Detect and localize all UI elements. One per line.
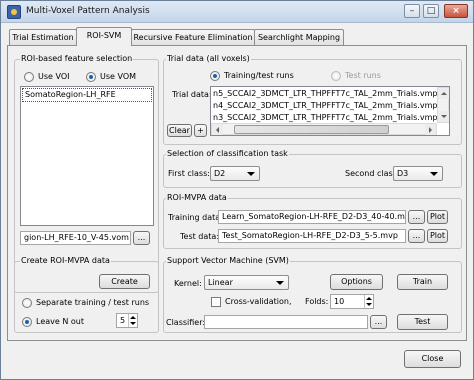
kernel-value: Linear: [208, 278, 233, 287]
close-window-button[interactable]: ×: [444, 4, 468, 18]
scroll-down-arrow-icon[interactable]: [438, 111, 449, 122]
test-data-plot-button[interactable]: Plot: [427, 229, 448, 243]
second-class-value: D3: [397, 169, 409, 178]
training-data-browse-button[interactable]: ...: [408, 210, 425, 224]
window-title: Multi-Voxel Pattern Analysis: [26, 6, 150, 16]
create-button[interactable]: Create: [99, 274, 150, 289]
test-data-browse-button[interactable]: ...: [408, 229, 425, 243]
use-vom-radio[interactable]: [86, 72, 96, 82]
classifier-field[interactable]: [204, 315, 368, 329]
minimize-button[interactable]: –: [404, 4, 420, 18]
tab-searchlight-mapping[interactable]: Searchlight Mapping: [254, 29, 344, 45]
test-data-label: Test data:: [180, 232, 220, 241]
options-button[interactable]: Options: [330, 274, 383, 290]
horizontal-scroll-thumb[interactable]: [234, 125, 389, 134]
main-window: Multi-Voxel Pattern Analysis – □ × Trial…: [0, 0, 474, 380]
classification-task-title: Selection of classification task: [166, 149, 289, 158]
vom-file-field[interactable]: gion-LH_RFE-10_V-45.vom: [20, 231, 131, 245]
training-data-label: Training data:: [168, 213, 223, 222]
list-item[interactable]: n5_SCCAI2_3DMCT_LTR_THPFFT7c_TAL_2mm_Tri…: [213, 89, 437, 98]
roi-mvpa-title: ROI-MVPA data: [166, 193, 228, 202]
test-data-field[interactable]: Test_SomatoRegion-LH-RFE_D2-D3_5-5.mvp: [218, 229, 406, 243]
svm-title: Support Vector Machine (SVM): [166, 256, 290, 265]
scroll-up-arrow-icon[interactable]: [438, 88, 449, 99]
stepper-arrows-icon[interactable]: [128, 314, 137, 327]
chevron-down-icon: [276, 280, 284, 285]
add-trial-button[interactable]: +: [194, 124, 207, 137]
test-button[interactable]: Test: [397, 314, 448, 330]
leave-n-out-radio[interactable]: [22, 317, 32, 327]
folds-value: 10: [334, 297, 345, 306]
use-voi-label: Use VOI: [38, 72, 70, 81]
leave-n-out-value: 5: [120, 316, 126, 325]
tab-trial-estimation[interactable]: Trial Estimation: [9, 29, 77, 45]
list-item[interactable]: SomatoRegion-LH_RFE: [25, 90, 116, 99]
test-runs-radio[interactable]: [331, 71, 341, 81]
kernel-select[interactable]: Linear: [204, 275, 289, 290]
trial-data-label: Trial data:: [172, 90, 212, 99]
train-button[interactable]: Train: [397, 274, 448, 290]
create-mvpa-title: Create ROI-MVPA data: [20, 256, 111, 265]
list-item[interactable]: n4_SCCAI2_3DMCT_LTR_THPFFT7c_TAL_2mm_Tri…: [213, 101, 437, 110]
tab-roi-svm[interactable]: ROI-SVM: [76, 27, 132, 46]
roi-list[interactable]: SomatoRegion-LH_RFE: [20, 86, 154, 226]
close-button[interactable]: Close: [404, 350, 461, 368]
training-data-field[interactable]: Learn_SomatoRegion-LH-RFE_D2-D3_40-40.mv…: [218, 210, 406, 224]
first-class-label: First class:: [168, 169, 210, 178]
training-test-runs-label: Training/test runs: [224, 71, 294, 80]
use-voi-radio[interactable]: [24, 72, 34, 82]
vertical-scrollbar[interactable]: [437, 87, 449, 123]
vom-browse-button[interactable]: ...: [133, 231, 150, 245]
chevron-down-icon: [430, 171, 438, 176]
clear-button[interactable]: Clear: [167, 124, 192, 137]
tab-recursive-feature-elimination[interactable]: Recursive Feature Elimination: [131, 29, 255, 45]
training-test-runs-radio[interactable]: [210, 71, 220, 81]
horizontal-scrollbar[interactable]: [211, 123, 437, 135]
maximize-button[interactable]: □: [423, 4, 439, 18]
folds-stepper[interactable]: 10: [330, 294, 374, 309]
kernel-label: Kernel:: [174, 279, 202, 288]
classifier-label: Classifier:: [166, 318, 206, 327]
folds-label: Folds:: [305, 297, 329, 306]
scroll-right-arrow-icon[interactable]: [425, 124, 436, 135]
cross-validation-checkbox[interactable]: [211, 297, 221, 307]
title-bar: Multi-Voxel Pattern Analysis – □ ×: [1, 1, 473, 23]
training-data-plot-button[interactable]: Plot: [427, 210, 448, 224]
cross-validation-label: Cross-validation,: [225, 297, 292, 306]
second-class-select[interactable]: D3: [393, 166, 443, 181]
use-vom-label: Use VOM: [100, 72, 137, 81]
test-runs-label: Test runs: [345, 71, 381, 80]
separate-runs-radio[interactable]: [22, 298, 32, 308]
roi-svm-panel: ROI-based feature selection Use VOI Use …: [7, 45, 467, 341]
scroll-left-arrow-icon[interactable]: [212, 124, 223, 135]
first-class-value: D2: [214, 169, 226, 178]
list-item[interactable]: n3_SCCAI2_3DMCT_LTR_THPFFT7c_TAL_2mm_Tri…: [213, 113, 437, 122]
app-icon: [7, 5, 21, 19]
second-class-label: Second class:: [345, 169, 400, 178]
leave-n-out-stepper[interactable]: 5: [116, 313, 138, 328]
roi-feature-title: ROI-based feature selection: [20, 54, 134, 63]
stepper-arrows-icon[interactable]: [364, 295, 373, 308]
trial-data-list[interactable]: n5_SCCAI2_3DMCT_LTR_THPFFT7c_TAL_2mm_Tri…: [210, 86, 450, 136]
first-class-select[interactable]: D2: [210, 166, 260, 181]
leave-n-out-label: Leave N out: [36, 317, 84, 326]
trial-data-title: Trial data (all voxels): [166, 54, 251, 63]
chevron-down-icon: [247, 171, 255, 176]
separate-runs-label: Separate training / test runs: [36, 298, 150, 307]
classifier-browse-button[interactable]: ...: [370, 315, 387, 329]
